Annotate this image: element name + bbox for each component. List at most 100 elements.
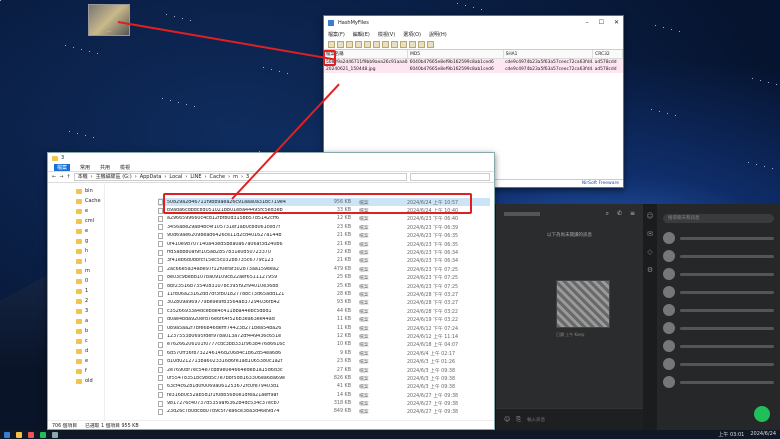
file-row[interactable]: ffd5abb80af9f105ab2857831e0d50723370 22 K…: [158, 248, 490, 256]
search-input[interactable]: [410, 173, 490, 181]
nav-item[interactable]: m: [48, 266, 104, 276]
file-row[interactable]: d0ae4bda920efd76e6f64f526b3ea63ee44ad 11 …: [158, 315, 490, 323]
file-row[interactable]: 11fd06a23162dd7df3fb0182778bc73d65add121…: [158, 290, 490, 298]
chat-list-item[interactable]: [657, 283, 780, 301]
nav-item[interactable]: 0: [48, 276, 104, 286]
hashmyfiles-taskbar-icon[interactable]: [52, 431, 58, 438]
nav-item[interactable]: 3: [48, 306, 104, 316]
toolbar-icon[interactable]: [418, 40, 425, 48]
keep-icon[interactable]: ◇: [647, 248, 652, 256]
chat-input[interactable]: 輸入訊息: [527, 417, 545, 423]
settings-icon[interactable]: ⚙: [647, 266, 653, 274]
ribbon-tab[interactable]: 檔案: [54, 163, 71, 171]
nav-item[interactable]: 2: [48, 296, 104, 306]
file-row[interactable]: 9817276c40737d5359af6362b4dc534c37ecb7 31…: [158, 399, 490, 407]
toolbar-icon[interactable]: [373, 40, 380, 48]
toolbar-icon[interactable]: [409, 40, 416, 48]
nav-item[interactable]: a: [48, 316, 104, 326]
nav-item[interactable]: i: [48, 256, 104, 266]
toolbar-icon[interactable]: [382, 40, 389, 48]
breadcrumb-item[interactable]: LINE: [190, 174, 201, 180]
nav-item[interactable]: bin: [48, 186, 104, 196]
toolbar-icon[interactable]: [427, 40, 434, 48]
file-row[interactable]: 2ac66e5a34a8e97f12f0efaf302873aa159eea2 4…: [158, 265, 490, 273]
file-row[interactable]: 1237553b0695fdef978a013a72df449436c651e 1…: [158, 332, 490, 340]
menu-item[interactable]: 選項(O): [403, 31, 421, 38]
nav-item[interactable]: e: [48, 226, 104, 236]
line-taskbar-icon[interactable]: [40, 431, 46, 438]
chat-search-input[interactable]: 搜尋聊天和訊息: [663, 214, 774, 223]
up-icon[interactable]: ↑: [66, 174, 70, 180]
file-row[interactable]: 8e03c9be8b107ba09109c822aef6511127959 25 …: [158, 274, 490, 282]
file-row[interactable]: c35266933a4dcebde4c4118ba44ebc5dbd1 44 KB…: [158, 307, 490, 315]
nav-item[interactable]: 1: [48, 286, 104, 296]
file-row[interactable]: a2966599660c4cd12fbfb0d3158b57d5142cff6 1…: [158, 215, 490, 223]
breadcrumb-item[interactable]: Cache: [210, 174, 226, 180]
start-icon[interactable]: [4, 431, 10, 438]
nav-item[interactable]: g: [48, 236, 104, 246]
chat-icon[interactable]: ✉: [647, 230, 653, 238]
chat-list-item[interactable]: [657, 229, 780, 247]
file-row[interactable]: 3456a8e29ab4bc4f105731ef1ab0c8d061ced7f 2…: [158, 223, 490, 231]
minimize-icon[interactable]: –: [586, 19, 589, 26]
file-row[interactable]: 90d69ae62098ead6426ce11d2cd401627a144b 21…: [158, 232, 490, 240]
nav-item[interactable]: old: [48, 376, 104, 386]
file-row[interactable]: 2e7690bf7ec54e7cb89e0e4664ede81a15d6d3c 2…: [158, 366, 490, 374]
nirsoft-link[interactable]: NirSoft Freeware: [582, 181, 619, 186]
file-row[interactable]: 63cf4c6281d0f0069a061253672fc0fe79403d1 4…: [158, 383, 490, 391]
breadcrumb-item[interactable]: 本機: [78, 174, 88, 180]
chat-list-item[interactable]: [657, 337, 780, 355]
file-row[interactable]: e76266206101f0777cdc3bb331f963847686616c…: [158, 341, 490, 349]
toolbar-icon[interactable]: [391, 40, 398, 48]
toolbar-icon[interactable]: [400, 40, 407, 48]
toolbar-icon[interactable]: [328, 40, 335, 48]
toolbar-icon[interactable]: [364, 40, 371, 48]
menu-item[interactable]: 說明(H): [429, 31, 447, 38]
file-row[interactable]: 6d570ff36f8732246146d20684c1b62d54ea686 9…: [158, 349, 490, 357]
hashmyfiles-titlebar[interactable]: HashMyFiles – ☐ ✕: [324, 16, 623, 29]
menu-item[interactable]: 檔案(F): [328, 31, 345, 38]
nav-item[interactable]: h: [48, 246, 104, 256]
desktop-icon[interactable]: ...: [88, 4, 130, 36]
browser-taskbar-icon[interactable]: [28, 431, 34, 438]
chat-list-item[interactable]: [657, 301, 780, 319]
call-icon[interactable]: ✆: [617, 210, 622, 218]
menu-item[interactable]: 檢視(V): [378, 31, 395, 38]
nav-item[interactable]: e: [48, 356, 104, 366]
file-row[interactable]: fe316b0c52ab5d1f1f0bb5680e1dfea21aeff9af…: [158, 391, 490, 399]
file-row[interactable]: 3f41eb6d0bbfcf15ec5c03288735c6779c123 21 …: [158, 257, 490, 265]
chat-image[interactable]: [556, 280, 610, 328]
chat-list-item[interactable]: [657, 373, 780, 391]
hash-row[interactable]: 50829a2d46711f9bb9aea26c91aaa0a31...6040…: [324, 58, 623, 66]
nav-item[interactable]: f: [48, 366, 104, 376]
maximize-icon[interactable]: ☐: [599, 19, 604, 26]
ribbon-tab[interactable]: 檢視: [120, 164, 130, 171]
new-chat-button[interactable]: [754, 406, 770, 422]
column-header[interactable]: CRC32: [592, 50, 623, 59]
toolbar-icon[interactable]: [346, 40, 353, 48]
column-header[interactable]: MD5: [407, 50, 504, 59]
chat-list-item[interactable]: [657, 247, 780, 265]
column-header[interactable]: 檔案名稱: [324, 50, 409, 59]
back-icon[interactable]: ←: [52, 174, 56, 180]
hash-row[interactable]: 20240621_150448.jpg 6040b47665e8ef9b16259…: [324, 66, 623, 73]
attach-icon[interactable]: ⎘: [516, 416, 521, 424]
chat-list-item[interactable]: [657, 319, 780, 337]
file-row[interactable]: 23d26c7b0dcdd07d9c5f7ea6ce38a3d46e9d74 84…: [158, 408, 490, 416]
menu-icon[interactable]: ≡: [630, 210, 635, 218]
chat-list-item[interactable]: [657, 265, 780, 283]
close-icon[interactable]: ✕: [614, 19, 619, 26]
breadcrumb-item[interactable]: AppData: [140, 174, 162, 180]
nav-item[interactable]: e: [48, 206, 104, 216]
toolbar-icon[interactable]: [337, 40, 344, 48]
chat-list-item[interactable]: [657, 355, 780, 373]
forward-icon[interactable]: →: [59, 174, 63, 180]
nav-item[interactable]: c: [48, 336, 104, 346]
emoji-icon[interactable]: ☺: [504, 416, 510, 423]
file-row[interactable]: d10d0212713ba6023316d6fe1ad1065380c1a2f 2…: [158, 357, 490, 365]
nav-item[interactable]: d: [48, 346, 104, 356]
ribbon-tab[interactable]: 常用: [80, 164, 90, 171]
file-row[interactable]: 8bf23516b73540831078c395f92f94010e3688 25…: [158, 282, 490, 290]
nav-item[interactable]: Cache: [48, 196, 104, 206]
breadcrumb[interactable]: 本機 › 主機磁碟區 (G:) › AppData › Local › LINE › Cache › m…: [73, 173, 407, 181]
